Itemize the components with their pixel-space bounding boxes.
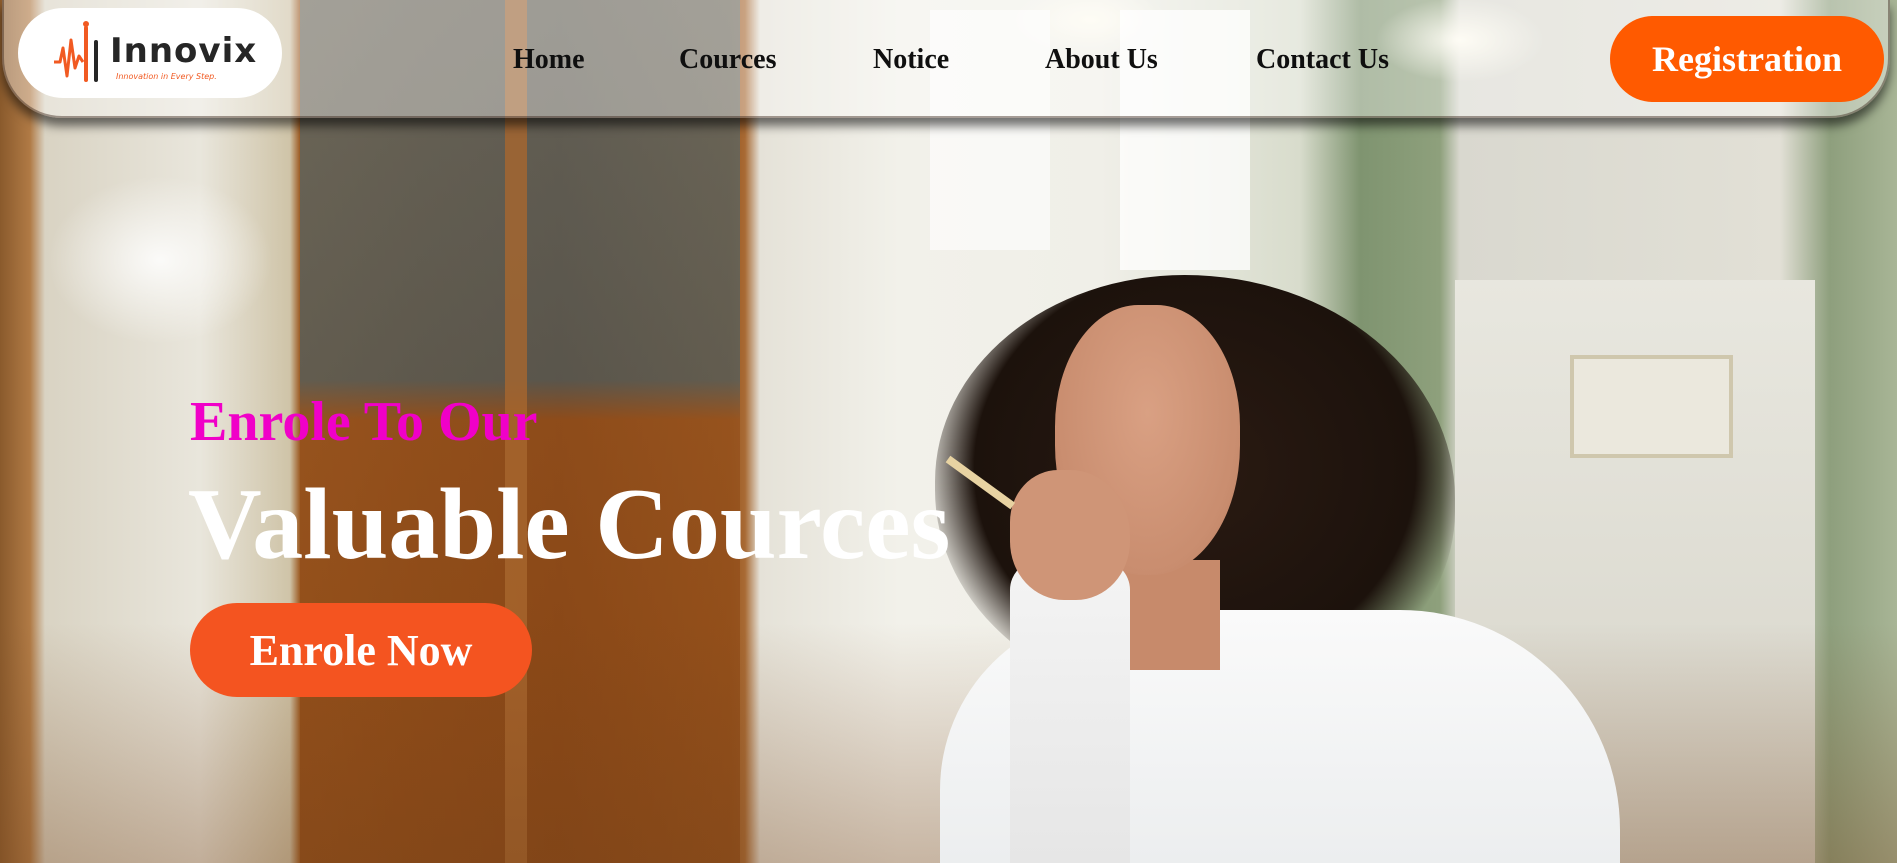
nav-link-about-us[interactable]: About Us <box>1045 44 1158 76</box>
enrole-now-button[interactable]: Enrole Now <box>190 603 532 697</box>
hero-subtitle: Enrole To Our <box>190 391 538 453</box>
nav-link-cources[interactable]: Cources <box>679 44 776 76</box>
registration-button[interactable]: Registration <box>1610 16 1884 102</box>
nav-links: Home Cources Notice About Us Contact Us <box>4 0 1888 118</box>
nav-link-notice[interactable]: Notice <box>873 44 949 76</box>
nav-link-contact-us[interactable]: Contact Us <box>1256 44 1389 76</box>
person-hand <box>1010 470 1130 600</box>
background-plaque <box>1570 355 1733 458</box>
navbar: Innovix Innovation in Every Step. Home C… <box>2 0 1890 118</box>
hero-title: Valuable Cources <box>188 468 951 581</box>
hero-section: Innovix Innovation in Every Step. Home C… <box>0 0 1897 863</box>
person-arm <box>1010 560 1130 863</box>
nav-link-home[interactable]: Home <box>513 44 585 76</box>
